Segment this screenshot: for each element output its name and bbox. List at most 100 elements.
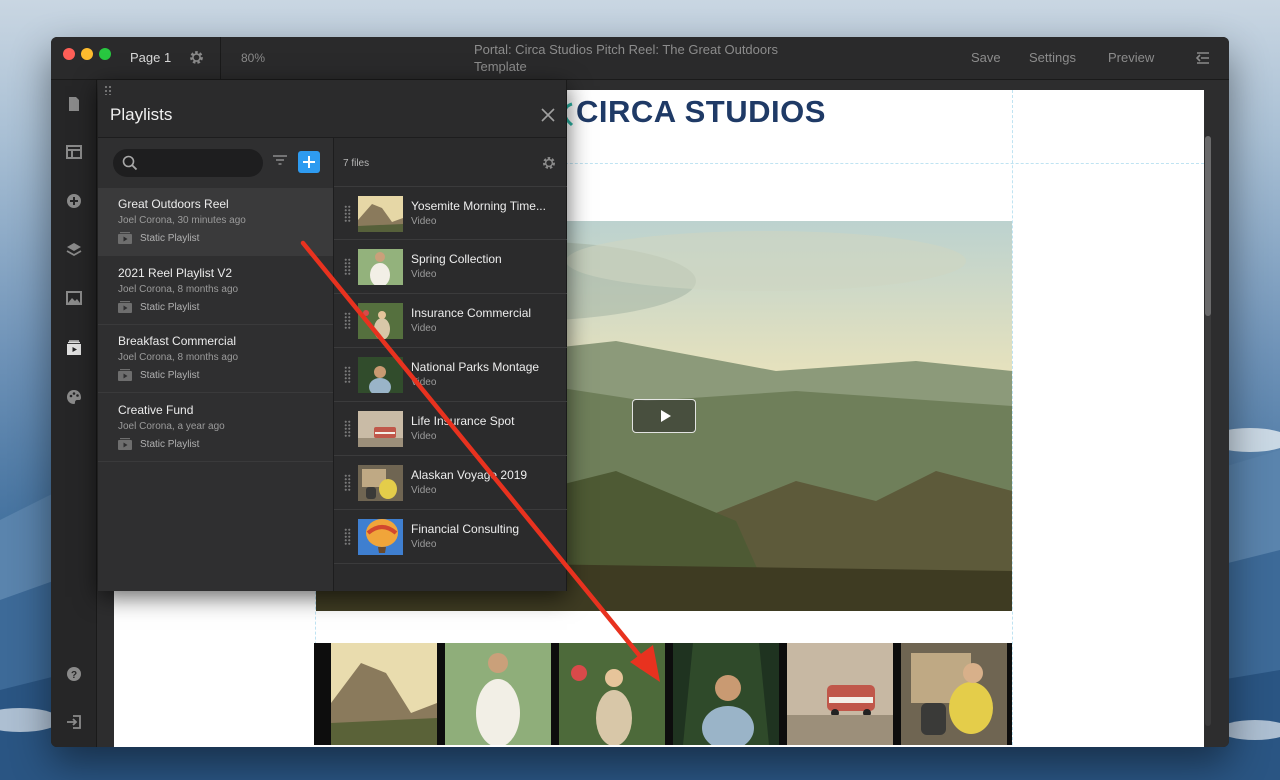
zoom-level[interactable]: 80% [241, 51, 265, 65]
file-name: Yosemite Morning Time... [411, 199, 546, 213]
video-thumbnail [358, 303, 403, 339]
playlist-type: Static Playlist [140, 233, 200, 244]
video-thumbnail[interactable] [673, 643, 779, 745]
file-item[interactable]: Life Insurance Spot Video [334, 402, 567, 456]
playlist-name: 2021 Reel Playlist V2 [118, 266, 233, 280]
save-button[interactable]: Save [971, 50, 1001, 65]
playlist-list: Great Outdoors Reel Joel Corona, 30 minu… [98, 138, 333, 591]
playlist-type: Static Playlist [140, 370, 200, 381]
video-thumbnail[interactable] [331, 643, 437, 745]
search-input[interactable] [143, 153, 255, 173]
playlist-name: Great Outdoors Reel [118, 197, 229, 211]
playlist-meta: Joel Corona, 8 months ago [118, 352, 239, 363]
drag-handle-icon[interactable] [344, 205, 351, 223]
panel-title: Playlists [110, 105, 173, 124]
palette-icon[interactable] [65, 388, 83, 406]
minimize-window-button[interactable] [81, 48, 93, 60]
file-name: Alaskan Voyage 2019 [411, 468, 528, 482]
playlist-item[interactable]: Breakfast Commercial Joel Corona, 8 mont… [98, 325, 333, 393]
layout-guide [1012, 90, 1013, 747]
page-icon[interactable] [65, 95, 83, 113]
zoom-window-button[interactable] [99, 48, 111, 60]
file-item[interactable]: Financial Consulting Video [334, 510, 567, 564]
drag-handle-icon[interactable] [344, 528, 351, 546]
playlist-type-icon [118, 369, 132, 381]
scrollbar-thumb[interactable] [1205, 136, 1211, 316]
page-selector[interactable]: Page 1 [130, 50, 171, 65]
playlist-item[interactable]: 2021 Reel Playlist V2 Joel Corona, 8 mon… [98, 257, 333, 325]
file-name: Insurance Commercial [411, 306, 532, 320]
filter-icon[interactable] [272, 153, 288, 169]
left-toolbar: ? [51, 80, 97, 747]
settings-button[interactable]: Settings [1029, 50, 1076, 65]
playlist-icon[interactable] [65, 339, 83, 357]
file-item[interactable]: Insurance Commercial Video [334, 294, 567, 348]
playlist-item[interactable]: Great Outdoors Reel Joel Corona, 30 minu… [98, 188, 333, 256]
exit-icon[interactable] [65, 713, 83, 731]
app-window: Page 1 80% Portal: Circa Studios Pitch R… [51, 37, 1229, 747]
playlist-item[interactable]: Creative Fund Joel Corona, a year ago St… [98, 394, 333, 462]
gear-icon[interactable] [541, 155, 557, 171]
collapse-panel-icon[interactable] [1194, 49, 1212, 67]
brand-name: CIRCA STUDIOS [576, 94, 826, 129]
file-item[interactable]: Spring Collection Video [334, 240, 567, 294]
video-thumbnail [358, 411, 403, 447]
search-field[interactable] [113, 149, 263, 177]
preview-button[interactable]: Preview [1108, 50, 1154, 65]
video-thumbnail [358, 357, 403, 393]
drag-handle-icon[interactable] [344, 474, 351, 492]
playlist-meta: Joel Corona, 8 months ago [118, 284, 239, 295]
playlist-type: Static Playlist [140, 302, 200, 313]
playlist-type-icon [118, 438, 132, 450]
layout-icon[interactable] [65, 143, 83, 161]
play-button[interactable] [632, 399, 696, 433]
playlist-meta: Joel Corona, a year ago [118, 421, 225, 432]
drag-handle-icon[interactable] [344, 366, 351, 384]
gear-icon[interactable] [188, 49, 205, 66]
file-item[interactable]: National Parks Montage Video [334, 348, 567, 402]
file-type: Video [411, 485, 437, 496]
file-type: Video [411, 323, 437, 334]
playlist-type-icon [118, 301, 132, 313]
playlist-type: Static Playlist [140, 439, 200, 450]
playlist-files: 7 files Yosemite Morning Time... Video S… [334, 138, 567, 591]
layers-icon[interactable] [65, 241, 83, 259]
image-icon[interactable] [65, 289, 83, 307]
add-playlist-button[interactable] [298, 151, 320, 173]
drag-handle-icon[interactable] [104, 85, 112, 95]
video-thumbnail[interactable] [445, 643, 551, 745]
playlist-name: Breakfast Commercial [118, 334, 237, 348]
title-bar: Page 1 80% Portal: Circa Studios Pitch R… [51, 37, 1229, 80]
add-icon[interactable] [65, 192, 83, 210]
search-icon [122, 155, 138, 171]
drag-handle-icon[interactable] [344, 312, 351, 330]
drag-handle-icon[interactable] [344, 420, 351, 438]
document-title: Portal: Circa Studios Pitch Reel: The Gr… [474, 42, 778, 74]
canvas-scrollbar[interactable] [1205, 136, 1211, 726]
file-name: Life Insurance Spot [411, 414, 515, 428]
toolbar-divider [220, 37, 221, 80]
playlist-name: Creative Fund [118, 403, 194, 417]
playlists-panel: Playlists Great Outdoors Reel Joel Coron… [98, 80, 567, 591]
file-item[interactable]: Yosemite Morning Time... Video [334, 186, 567, 240]
video-thumbnail[interactable] [787, 643, 893, 745]
close-window-button[interactable] [63, 48, 75, 60]
file-type: Video [411, 216, 437, 227]
video-thumbnail [358, 196, 403, 232]
file-type: Video [411, 377, 437, 388]
video-thumbnail[interactable] [901, 643, 1007, 745]
video-thumbnail [358, 519, 403, 555]
video-thumbnail [358, 249, 403, 285]
drag-handle-icon[interactable] [344, 258, 351, 276]
playlist-type-icon [118, 232, 132, 244]
file-type: Video [411, 431, 437, 442]
video-thumbnail [358, 465, 403, 501]
video-thumbnail[interactable] [559, 643, 665, 745]
playlist-meta: Joel Corona, 30 minutes ago [118, 215, 246, 226]
file-item[interactable]: Alaskan Voyage 2019 Video [334, 456, 567, 510]
file-name: Financial Consulting [411, 522, 520, 536]
close-icon[interactable] [540, 107, 556, 123]
file-type: Video [411, 269, 437, 280]
help-icon[interactable]: ? [65, 665, 83, 683]
file-name: Spring Collection [411, 252, 502, 266]
